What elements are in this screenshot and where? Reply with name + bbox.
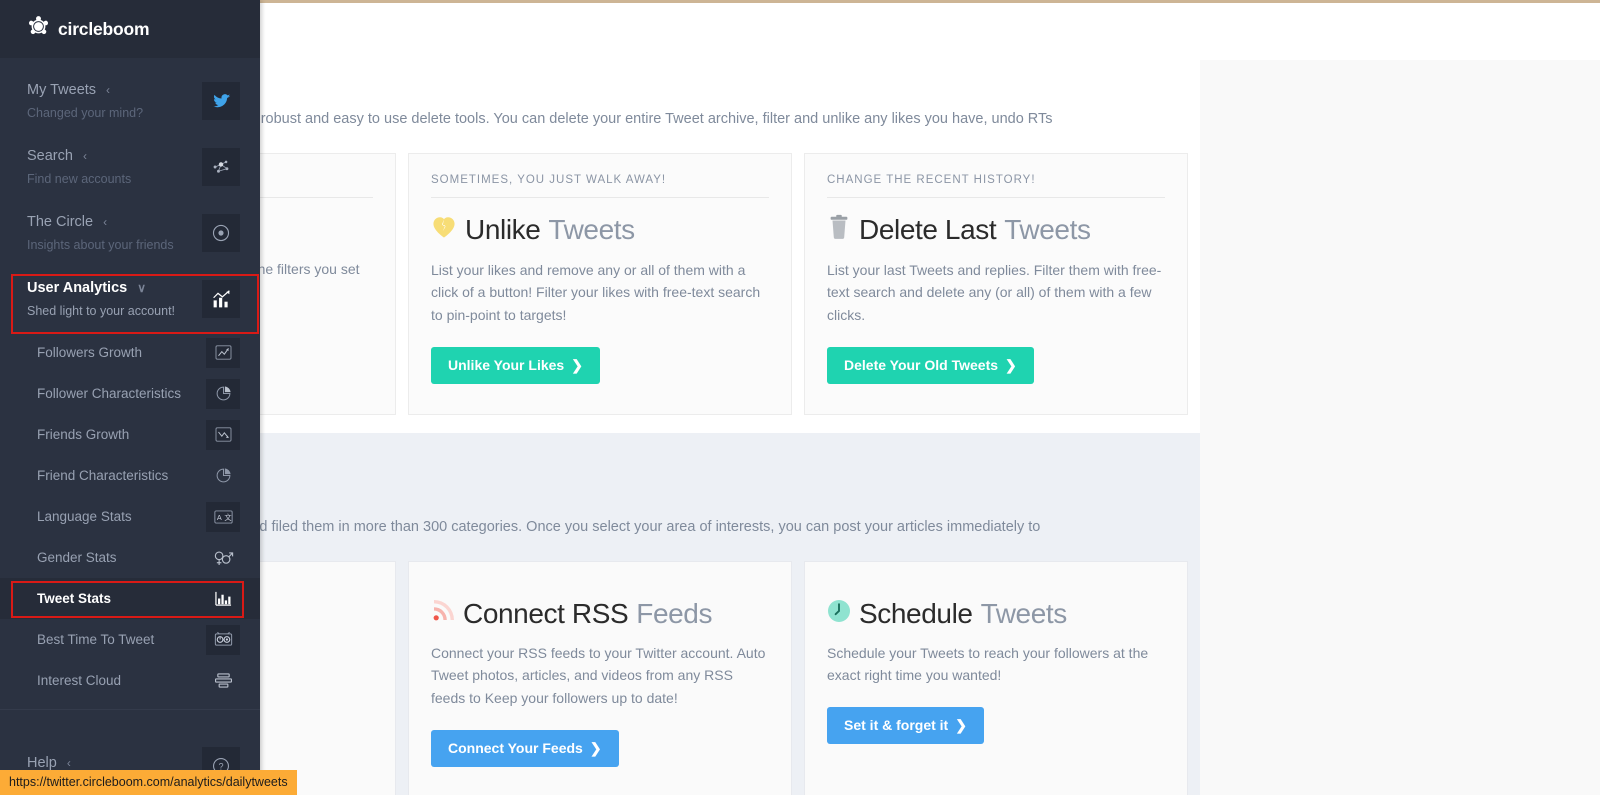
tag-cloud-icon: [206, 666, 240, 696]
card-cta-button[interactable]: Unlike Your Likes ❯: [431, 347, 600, 384]
sidebar-group-my-tweets[interactable]: My Tweets ‹ Changed your mind?: [0, 68, 260, 134]
card-kicker: CHANGE THE RECENT HISTORY!: [827, 174, 1165, 198]
analytics-chart-icon: [202, 280, 240, 318]
card-description: List your last Tweets and replies. Filte…: [827, 259, 1165, 327]
sidebar-item-gender-stats[interactable]: Gender Stats: [0, 537, 260, 578]
rss-feed-icon: [431, 598, 455, 630]
sidebar-group-label: The Circle: [27, 214, 93, 230]
right-gutter-top: [1200, 3, 1600, 60]
sidebar-item-label: Gender Stats: [37, 550, 117, 565]
line-chart-up-icon: [206, 338, 240, 368]
twitter-bird-icon: [202, 82, 240, 120]
card-title-light: Tweets: [548, 214, 634, 246]
network-nodes-icon: [202, 148, 240, 186]
sidebar-group-the-circle[interactable]: The Circle ‹ Insights about your friends: [0, 200, 260, 266]
svg-text:A: A: [216, 513, 221, 522]
brand-logo[interactable]: circleboom: [0, 0, 260, 58]
sidebar-group-label: Search: [27, 148, 73, 164]
clock-icon: [827, 598, 851, 630]
sidebar-item-friend-characteristics[interactable]: Friend Characteristics: [0, 455, 260, 496]
sidebar-item-interest-cloud[interactable]: Interest Cloud: [0, 660, 260, 701]
sidebar-item-label: Language Stats: [37, 509, 132, 524]
card-title-light: Tweets: [1004, 214, 1090, 246]
card-delete-last-tweets[interactable]: CHANGE THE RECENT HISTORY! Delete Last T…: [804, 153, 1188, 415]
sidebar-body: My Tweets ‹ Changed your mind? Search ‹ …: [0, 58, 260, 710]
sidebar-item-label: Best Time To Tweet: [37, 632, 154, 647]
chevron-left-icon: ‹: [103, 215, 107, 229]
sidebar-item-label: Follower Characteristics: [37, 386, 181, 401]
chevron-right-icon: ❯: [955, 717, 967, 734]
sidebar-group-label: User Analytics: [27, 280, 127, 296]
browser-status-url: https://twitter.circleboom.com/analytics…: [0, 770, 297, 795]
line-chart-down-icon: [206, 420, 240, 450]
chevron-right-icon: ❯: [590, 740, 602, 757]
sidebar-item-follower-characteristics[interactable]: Follower Characteristics: [0, 373, 260, 414]
pie-chart-icon: [206, 461, 240, 491]
sidebar-item-label: Friend Characteristics: [37, 468, 168, 483]
card-cta-label: Connect Your Feeds: [448, 740, 583, 756]
card-unlike-tweets[interactable]: SOMETIMES, YOU JUST WALK AWAY! Unlike Tw…: [408, 153, 792, 415]
sidebar-group-label: My Tweets: [27, 82, 96, 98]
brand-name: circleboom: [58, 19, 149, 40]
sidebar-item-label: Friends Growth: [37, 427, 129, 442]
card-cta-label: Set it & forget it: [844, 717, 948, 733]
sidebar-item-label: Interest Cloud: [37, 673, 121, 688]
card-schedule-tweets[interactable]: Schedule Tweets Schedule your Tweets to …: [804, 561, 1188, 795]
chevron-left-icon: ‹: [83, 149, 87, 163]
sidebar-item-followers-growth[interactable]: Followers Growth: [0, 332, 260, 373]
svg-text:文: 文: [224, 513, 231, 522]
circleboom-logo-icon: [27, 15, 50, 43]
sidebar-group-search[interactable]: Search ‹ Find new accounts: [0, 134, 260, 200]
alarm-clock-icon: [206, 625, 240, 655]
sidebar-item-best-time-to-tweet[interactable]: Best Time To Tweet: [0, 619, 260, 660]
card-title: Connect RSS Feeds: [431, 598, 769, 630]
app-root: s e-organize your Tweets by providing ro…: [0, 0, 1600, 795]
trash-can-icon: [827, 214, 851, 247]
chevron-left-icon: ‹: [106, 83, 110, 97]
chevron-left-icon: ‹: [67, 756, 71, 770]
sidebar-item-label: Tweet Stats: [37, 591, 111, 606]
card-kicker: SOMETIMES, YOU JUST WALK AWAY!: [431, 174, 769, 198]
card-title-light: Tweets: [981, 598, 1067, 630]
chevron-down-icon: ∨: [137, 281, 146, 295]
right-gutter: [1200, 3, 1600, 795]
sidebar-group-label: Help: [27, 755, 57, 771]
sidebar-item-tweet-stats[interactable]: Tweet Stats: [0, 578, 260, 619]
card-cta-label: Unlike Your Likes: [448, 357, 564, 373]
sidebar-item-language-stats[interactable]: Language Stats A 文: [0, 496, 260, 537]
broken-heart-icon: [431, 214, 457, 247]
card-description: Schedule your Tweets to reach your follo…: [827, 642, 1165, 687]
card-title-bold: Schedule: [859, 598, 973, 630]
pie-chart-icon: [206, 379, 240, 409]
sidebar-divider: [0, 709, 260, 710]
card-title-bold: Delete Last: [859, 214, 996, 246]
card-description: List your likes and remove any or all of…: [431, 259, 769, 327]
target-circle-icon: [202, 214, 240, 252]
card-title: Schedule Tweets: [827, 598, 1165, 630]
card-title: Unlike Tweets: [431, 214, 769, 247]
sidebar-group-user-analytics[interactable]: User Analytics ∨ Shed light to your acco…: [0, 266, 260, 332]
chevron-right-icon: ❯: [1005, 357, 1017, 374]
language-ab-icon: A 文: [206, 502, 240, 532]
card-title-light: Feeds: [636, 598, 712, 630]
card-description: Connect your RSS feeds to your Twitter a…: [431, 642, 769, 710]
sidebar: circleboom My Tweets ‹ Changed your mind…: [0, 0, 260, 795]
card-cta-label: Delete Your Old Tweets: [844, 357, 998, 373]
bar-chart-icon: [206, 584, 240, 614]
card-connect-rss-feeds[interactable]: Connect RSS Feeds Connect your RSS feeds…: [408, 561, 792, 795]
sidebar-item-label: Followers Growth: [37, 345, 142, 360]
card-cta-button[interactable]: Connect Your Feeds ❯: [431, 730, 619, 767]
card-cta-button[interactable]: Delete Your Old Tweets ❯: [827, 347, 1034, 384]
card-title-bold: Connect RSS: [463, 598, 628, 630]
card-cta-button[interactable]: Set it & forget it ❯: [827, 707, 984, 744]
chevron-right-icon: ❯: [571, 357, 583, 374]
card-title: Delete Last Tweets: [827, 214, 1165, 247]
card-title-bold: Unlike: [465, 214, 540, 246]
sidebar-item-friends-growth[interactable]: Friends Growth: [0, 414, 260, 455]
gender-symbols-icon: [206, 543, 240, 573]
